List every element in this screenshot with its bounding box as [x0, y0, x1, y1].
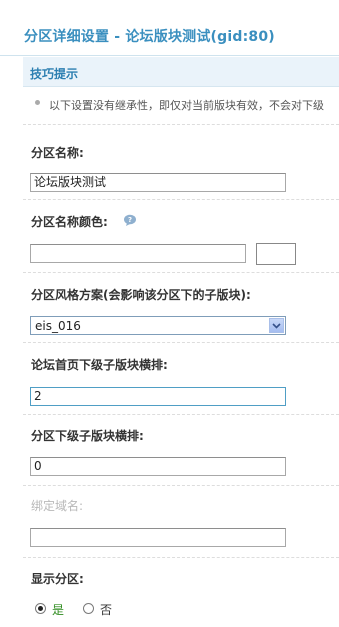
page-title: 分区详细设置 - 论坛版块测试(gid:80) [24, 29, 275, 45]
tips-heading: 技巧提示 [30, 67, 79, 81]
color-label: 分区名称颜色: [31, 215, 108, 229]
style-label: 分区风格方案(会影响该分区下的子版块): [31, 288, 251, 302]
color-swatch[interactable] [256, 243, 296, 265]
divider [23, 199, 339, 200]
help-bubble-icon[interactable]: ? [123, 214, 137, 226]
tips-panel: 以下设置没有继承性，即仅对当前版块有效，不会对下级 [23, 88, 339, 124]
divider [23, 557, 339, 558]
svg-text:?: ? [128, 216, 132, 224]
color-input[interactable] [30, 244, 246, 263]
sub-columns-input[interactable]: 0 [30, 457, 286, 476]
style-select[interactable]: eis_016 [30, 316, 286, 335]
display-yes-radio[interactable] [35, 603, 46, 614]
name-label: 分区名称: [31, 146, 84, 160]
bullet-icon [35, 100, 40, 105]
divider [23, 485, 339, 486]
display-yes-label[interactable]: 是 [52, 601, 64, 618]
sub-columns-label: 分区下级子版块横排: [31, 429, 144, 443]
page-header: 分区详细设置 - 论坛版块测试(gid:80) [0, 0, 339, 56]
display-no-label[interactable]: 否 [100, 601, 112, 618]
domain-input[interactable] [30, 528, 286, 547]
forum-columns-label: 论坛首页下级子版块横排: [31, 358, 168, 372]
domain-label: 绑定域名: [31, 499, 84, 513]
divider [23, 272, 339, 273]
divider [23, 124, 339, 125]
tips-header: 技巧提示 [23, 57, 339, 87]
chevron-down-icon[interactable] [269, 318, 284, 333]
divider [23, 342, 339, 343]
forum-columns-input[interactable]: 2 [30, 387, 286, 406]
tips-text: 以下设置没有继承性，即仅对当前版块有效，不会对下级 [49, 99, 324, 112]
divider [23, 414, 339, 415]
display-label: 显示分区: [31, 572, 84, 586]
name-input[interactable]: 论坛版块测试 [30, 173, 286, 192]
display-no-radio[interactable] [83, 603, 94, 614]
style-select-value: eis_016 [35, 319, 81, 333]
